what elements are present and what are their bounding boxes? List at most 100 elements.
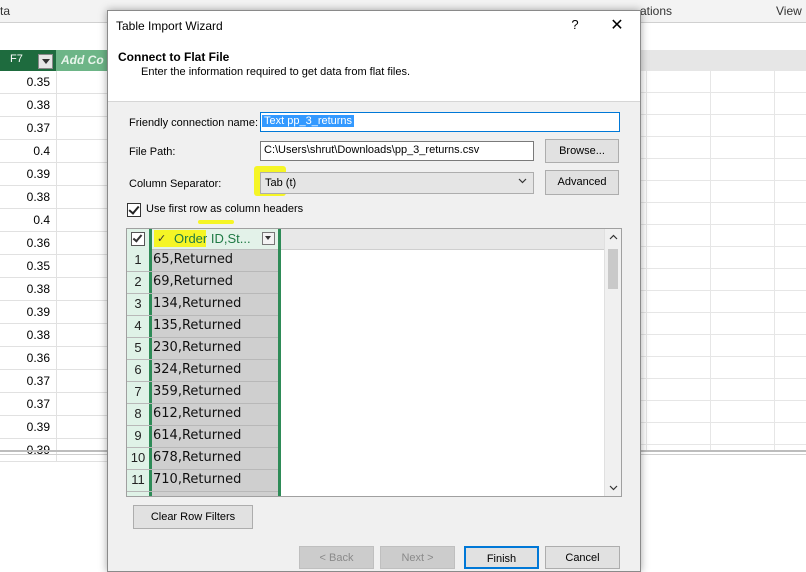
column-separator-value: Tab (t)	[265, 177, 297, 189]
cell-value[interactable]: 0.4	[5, 213, 50, 227]
add-column-header[interactable]: Add Co	[56, 50, 110, 71]
cell-value[interactable]: 0.39	[5, 420, 50, 434]
cell-value[interactable]: 0.35	[5, 259, 50, 273]
row-number: 4	[134, 318, 142, 333]
table-row: 9 614,Returned	[127, 425, 278, 448]
sheet-grid-right	[638, 71, 806, 451]
cell-value[interactable]: 0.36	[5, 351, 50, 365]
table-row: 5 230,Returned	[127, 337, 278, 360]
row-value: 134,Returned	[153, 296, 242, 311]
cell-value[interactable]: 0.39	[5, 167, 50, 181]
table-row: 8 612,Returned	[127, 403, 278, 426]
select-all-checkbox[interactable]	[131, 232, 145, 246]
sheet-row: 0.38	[0, 324, 110, 347]
row-number: 5	[134, 340, 142, 355]
row-value: 230,Returned	[153, 340, 242, 355]
cell-value[interactable]: 0.38	[5, 190, 50, 204]
sheet-row: 0.36	[0, 347, 110, 370]
friendly-name-value: Text pp_3_returns	[262, 115, 355, 127]
row-value: 135,Returned	[153, 318, 242, 333]
table-row: 4 135,Returned	[127, 315, 278, 338]
row-value: 69,Returned	[153, 274, 234, 289]
column-filter-dropdown-icon[interactable]	[262, 232, 275, 245]
cell-value[interactable]: 0.4	[5, 144, 50, 158]
sheet-header-right	[638, 50, 806, 71]
column-separator-dropdown[interactable]: Tab (t)	[260, 172, 534, 194]
cell-value[interactable]: 0.36	[5, 236, 50, 250]
row-value: 359,Returned	[153, 384, 242, 399]
chevron-down-icon[interactable]	[609, 483, 618, 492]
add-column-label: Add Co	[61, 53, 104, 67]
column-header-order-id[interactable]: ✓ Order ID,St...	[152, 229, 278, 250]
friendly-name-input[interactable]: Text pp_3_returns	[260, 112, 620, 132]
browse-button[interactable]: Browse...	[545, 139, 619, 163]
row-number: 10	[130, 450, 146, 465]
ribbon-tab-fragment[interactable]: ations	[640, 4, 672, 18]
table-row: 7 359,Returned	[127, 381, 278, 404]
finish-button[interactable]: Finish	[464, 546, 539, 569]
cell-value[interactable]: 0.37	[5, 374, 50, 388]
sheet-row: 0.39	[0, 163, 110, 186]
sheet-row: 0.38	[0, 186, 110, 209]
sheet-row: 0.39	[0, 301, 110, 324]
ribbon-tab-view[interactable]: View	[776, 4, 802, 18]
dialog-titlebar[interactable]: Table Import Wizard ? ✕	[108, 11, 640, 41]
column-header-f7[interactable]: F7	[0, 50, 56, 71]
table-row: 10 678,Returned	[127, 447, 278, 470]
sheet-row: 0.37	[0, 393, 110, 416]
table-row: 6 324,Returned	[127, 359, 278, 382]
wizard-heading: Connect to Flat File	[118, 50, 230, 64]
ribbon-right-panel: View	[686, 0, 806, 22]
chevron-up-icon[interactable]	[609, 233, 618, 242]
first-row-headers-checkbox[interactable]	[127, 203, 141, 217]
sheet-row: 0.35	[0, 255, 110, 278]
sheet-row: 0.38	[0, 94, 110, 117]
help-button[interactable]: ?	[568, 17, 582, 32]
cell-value[interactable]: 0.38	[5, 328, 50, 342]
cell-value[interactable]: 0.37	[5, 121, 50, 135]
scrollbar-thumb[interactable]	[608, 249, 618, 289]
advanced-button-label: Advanced	[557, 176, 607, 188]
marker-underline	[198, 220, 234, 224]
row-number: 11	[131, 472, 145, 487]
ribbon-tab-fragment[interactable]: ta	[0, 4, 10, 18]
row-value: 614,Returned	[153, 428, 242, 443]
back-button[interactable]: < Back	[299, 546, 374, 569]
close-button[interactable]: ✕	[608, 15, 626, 35]
table-row: 11 710,Returned	[127, 469, 278, 492]
cancel-button-label: Cancel	[565, 552, 600, 564]
cell-value[interactable]: 0.38	[5, 282, 50, 296]
chevron-down-icon	[518, 178, 527, 184]
row-number: 9	[134, 428, 142, 443]
wizard-subheading: Enter the information required to get da…	[141, 66, 411, 78]
clear-row-filters-button[interactable]: Clear Row Filters	[133, 505, 253, 529]
sheet-row: 0.4	[0, 209, 110, 232]
browse-button-label: Browse...	[559, 145, 605, 157]
first-row-headers-label: Use first row as column headers	[146, 203, 304, 215]
table-import-wizard-dialog: Table Import Wizard ? ✕ Connect to Flat …	[107, 10, 641, 572]
cell-value[interactable]: 0.38	[5, 98, 50, 112]
data-preview-grid[interactable]: ✓ Order ID,St... 1 65,Returned 2 69,Return…	[126, 228, 622, 497]
clear-row-filters-label: Clear Row Filters	[150, 511, 236, 523]
advanced-button[interactable]: Advanced	[545, 170, 619, 195]
row-value: 710,Returned	[153, 472, 242, 487]
next-button[interactable]: Next >	[380, 546, 455, 569]
finish-button-label: Finish	[486, 553, 517, 565]
column-include-check-icon[interactable]: ✓	[157, 232, 166, 245]
cell-value[interactable]: 0.39	[5, 305, 50, 319]
f7-column-values: 0.35 0.38 0.37 0.4 0.39 0.38 0.4 0.36 0.…	[0, 71, 110, 462]
row-number: 7	[134, 384, 142, 399]
sheet-row: 0.39	[0, 416, 110, 439]
column-filter-dropdown-icon[interactable]	[38, 54, 53, 69]
cancel-button[interactable]: Cancel	[545, 546, 620, 569]
sheet-row: 0.37	[0, 117, 110, 140]
file-path-input[interactable]: C:\Users\shrut\Downloads\pp_3_returns.cs…	[260, 141, 534, 161]
file-path-label: File Path:	[129, 146, 176, 158]
sheet-row: 0.38	[0, 278, 110, 301]
cell-value[interactable]: 0.35	[5, 75, 50, 89]
vertical-scrollbar[interactable]	[604, 229, 621, 496]
wizard-header: Connect to Flat File Enter the informati…	[108, 41, 640, 102]
cell-value[interactable]: 0.37	[5, 397, 50, 411]
row-value: 324,Returned	[153, 362, 242, 377]
column-header-name: Order ID,St...	[174, 231, 251, 246]
